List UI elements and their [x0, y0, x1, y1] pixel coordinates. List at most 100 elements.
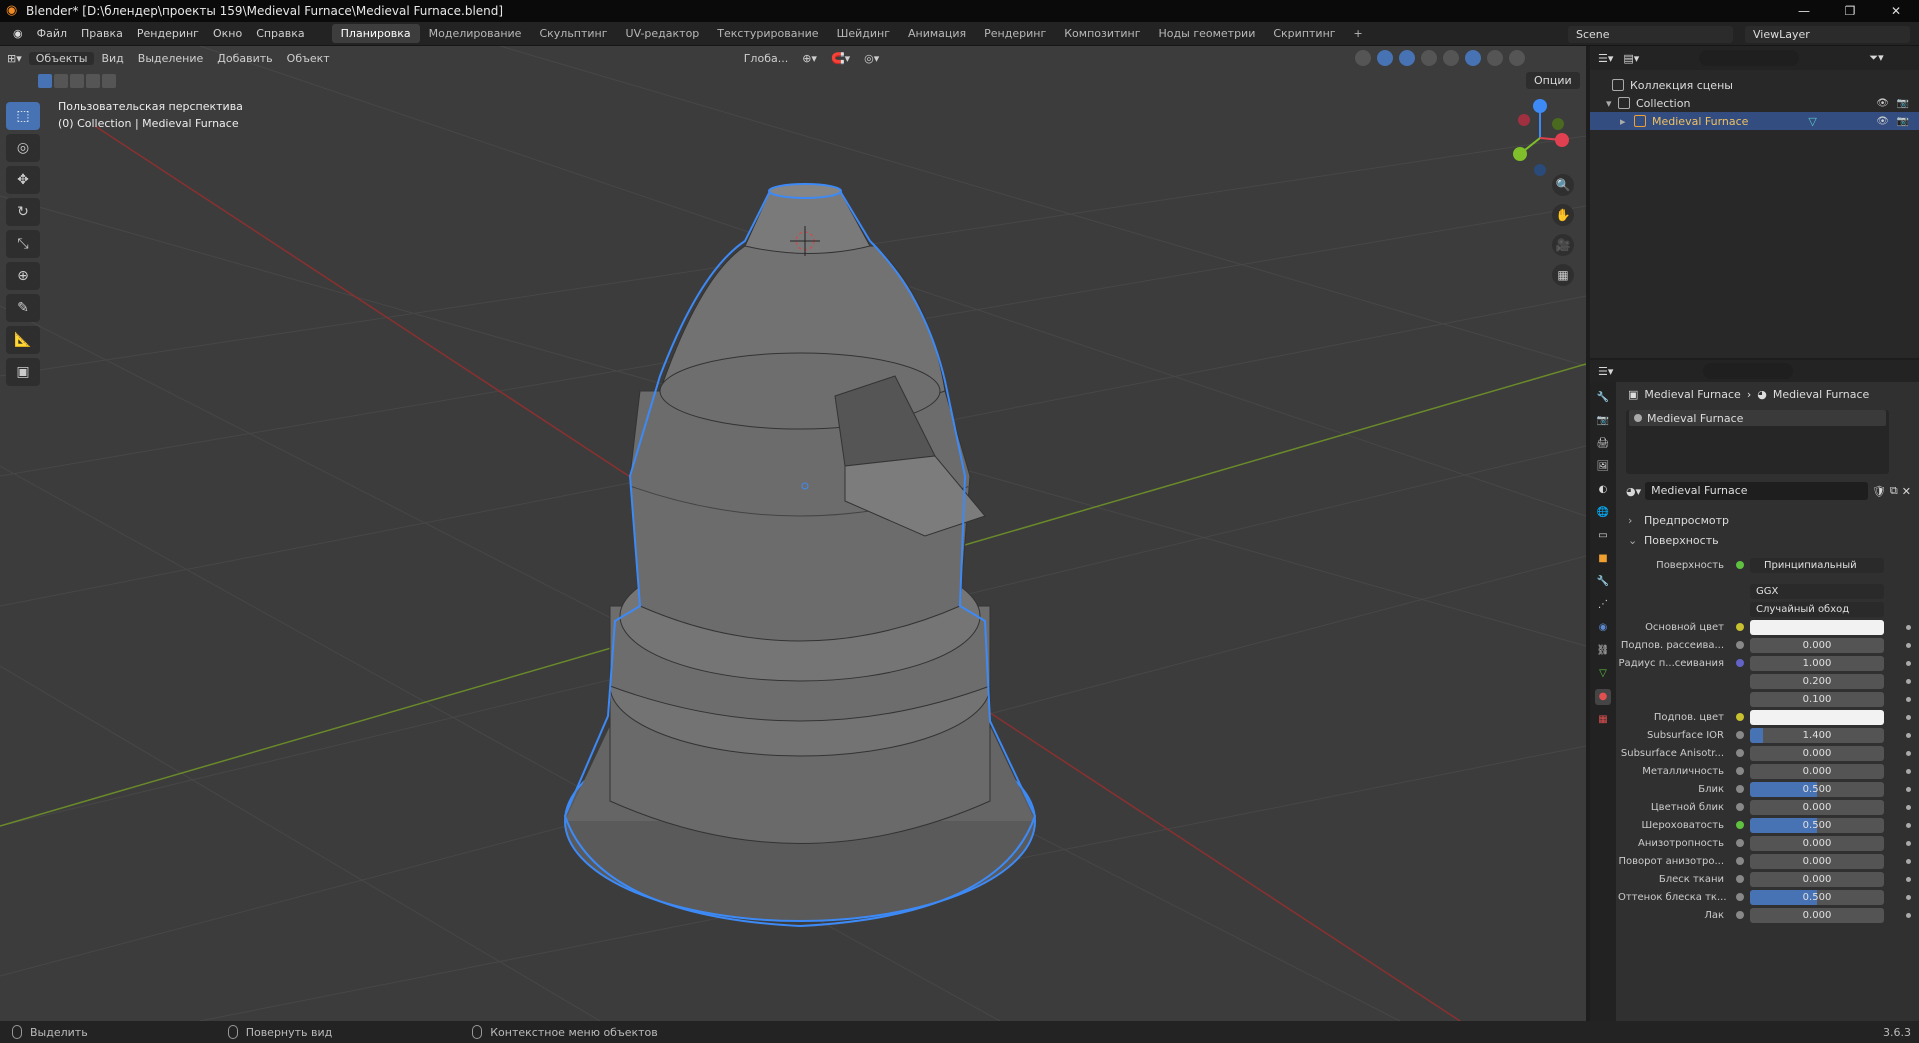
pan-hand-icon[interactable]: ✋ [1552, 204, 1574, 226]
socket-icon[interactable] [1736, 875, 1744, 883]
constraints-tab-icon[interactable]: ⛓ [1595, 643, 1611, 659]
number-field[interactable]: 0.000 [1750, 871, 1884, 887]
number-field[interactable]: 0.000 [1750, 853, 1884, 869]
socket-icon[interactable] [1736, 659, 1744, 667]
number-field[interactable]: 0.000 [1750, 745, 1884, 761]
keyframe-dot-icon[interactable] [1906, 768, 1911, 774]
keyframe-dot-icon[interactable] [1906, 876, 1911, 882]
filter-icon[interactable]: ⏷▾ [1869, 51, 1883, 65]
tab-shading[interactable]: Шейдинг [828, 24, 899, 43]
properties-editor-icon[interactable]: ☰▾ [1598, 365, 1613, 378]
tab-modeling[interactable]: Моделирование [420, 24, 531, 43]
texture-tab-icon[interactable]: ▦ [1595, 712, 1611, 728]
section-preview[interactable]: › Предпросмотр [1618, 510, 1919, 530]
keyframe-dot-icon[interactable] [1906, 840, 1911, 846]
menu-view[interactable]: Вид [94, 52, 130, 65]
visibility-eye-icon[interactable]: 👁 [1876, 98, 1889, 109]
physics-tab-icon[interactable]: ◉ [1595, 620, 1611, 636]
blender-menu-icon[interactable]: ◉ [6, 27, 30, 40]
proportional-edit-icon[interactable]: ◎▾ [857, 52, 886, 65]
section-surface[interactable]: ⌄ Поверхность [1618, 530, 1919, 550]
material-name-field[interactable]: Medieval Furnace [1645, 482, 1868, 500]
menu-add[interactable]: Добавить [210, 52, 279, 65]
keyframe-dot-icon[interactable] [1906, 750, 1911, 756]
rotate-tool-icon[interactable]: ↻ [6, 198, 40, 226]
transform-orientation-selector[interactable]: Глоба... [737, 52, 795, 65]
number-field[interactable]: 0.000 [1750, 907, 1884, 923]
socket-icon[interactable] [1736, 803, 1744, 811]
view-layer-tab-icon[interactable]: 🖼 [1595, 459, 1611, 475]
tool-tab-icon[interactable]: 🔧 [1595, 390, 1611, 406]
menu-select[interactable]: Выделение [131, 52, 211, 65]
material-slots-list[interactable]: Medieval Furnace [1626, 410, 1889, 474]
scene-selector[interactable]: Scene [1568, 26, 1733, 43]
menu-render[interactable]: Рендеринг [130, 27, 206, 40]
zoom-icon[interactable]: 🔍 [1552, 174, 1574, 196]
transform-tool-icon[interactable]: ⊕ [6, 262, 40, 290]
keyframe-dot-icon[interactable] [1906, 894, 1911, 900]
wireframe-shading-icon[interactable] [1443, 50, 1459, 66]
socket-icon[interactable] [1736, 767, 1744, 775]
tab-uv-editing[interactable]: UV-редактор [617, 24, 709, 43]
select-box-tool-icon[interactable]: ⬚ [6, 102, 40, 130]
object-tab-icon[interactable]: ■ [1595, 551, 1611, 567]
editor-type-icon[interactable]: ⊞▾ [0, 52, 29, 65]
socket-icon[interactable] [1736, 821, 1744, 829]
data-tab-icon[interactable]: ▽ [1595, 666, 1611, 682]
select-intersect-icon[interactable] [102, 74, 116, 88]
add-workspace-button[interactable]: + [1345, 24, 1372, 43]
subsurface-method-select[interactable]: Случайный обход [1750, 601, 1884, 617]
tab-sculpting[interactable]: Скульптинг [530, 24, 616, 43]
overlay-toggle-icon[interactable] [1399, 50, 1415, 66]
socket-icon[interactable] [1736, 749, 1744, 757]
keyframe-dot-icon[interactable] [1906, 642, 1911, 648]
render-camera-icon[interactable]: 📷 [1897, 116, 1909, 127]
material-shading-icon[interactable] [1487, 50, 1503, 66]
furnace-mesh[interactable] [563, 183, 1037, 928]
navigation-gizmo[interactable] [1500, 98, 1580, 178]
snap-icon[interactable]: 🧲▾ [824, 52, 857, 65]
collection-tab-icon[interactable]: ▭ [1595, 528, 1611, 544]
material-tab-icon[interactable]: ● [1595, 689, 1611, 705]
socket-icon[interactable] [1736, 641, 1744, 649]
number-field[interactable]: 1.000 [1750, 655, 1884, 671]
perspective-toggle-icon[interactable]: ▦ [1552, 264, 1574, 286]
add-cube-tool-icon[interactable]: ▣ [6, 358, 40, 386]
keyframe-dot-icon[interactable] [1906, 660, 1911, 666]
menu-help[interactable]: Справка [249, 27, 311, 40]
gizmo-toggle-icon[interactable] [1377, 50, 1393, 66]
outliner-row-collection[interactable]: ▾ Collection 👁 📷 [1590, 94, 1919, 112]
socket-icon[interactable] [1736, 623, 1744, 631]
number-field[interactable]: 0.500 [1750, 817, 1884, 833]
select-new-icon[interactable] [38, 74, 52, 88]
view-layer-selector[interactable]: ViewLayer [1745, 26, 1910, 43]
keyframe-dot-icon[interactable] [1906, 696, 1911, 702]
display-mode-icon[interactable]: ▤▾ [1623, 52, 1639, 65]
mode-selector[interactable]: Объекты [28, 51, 95, 65]
outliner-row-medieval-furnace[interactable]: ▸ Medieval Furnace ▽ 👁 📷 [1590, 112, 1919, 130]
unlink-material-icon[interactable]: ✕ [1902, 485, 1911, 498]
annotate-tool-icon[interactable]: ✎ [6, 294, 40, 322]
close-button[interactable]: ✕ [1873, 0, 1919, 22]
menu-edit[interactable]: Правка [74, 27, 130, 40]
tab-geometry-nodes[interactable]: Ноды геометрии [1150, 24, 1265, 43]
socket-icon[interactable] [1736, 785, 1744, 793]
outliner-search-input[interactable] [1699, 50, 1800, 66]
keyframe-dot-icon[interactable] [1906, 786, 1911, 792]
tab-rendering[interactable]: Рендеринг [975, 24, 1055, 43]
pivot-icon[interactable]: ⊕▾ [795, 52, 824, 65]
keyframe-dot-icon[interactable] [1906, 912, 1911, 918]
mesh-data-icon[interactable]: ▽ [1808, 115, 1816, 128]
move-tool-icon[interactable]: ✥ [6, 166, 40, 194]
number-field[interactable]: 0.500 [1750, 889, 1884, 905]
number-field[interactable]: 0.000 [1750, 763, 1884, 779]
surface-shader-field[interactable]: Принципиальный BSDF [1750, 557, 1884, 573]
socket-icon[interactable] [1736, 731, 1744, 739]
browse-material-icon[interactable]: ◕▾ [1626, 485, 1641, 498]
tab-compositing[interactable]: Композитинг [1055, 24, 1149, 43]
output-tab-icon[interactable]: 🖨 [1595, 436, 1611, 452]
menu-object[interactable]: Объект [280, 52, 337, 65]
minimize-button[interactable]: — [1781, 0, 1827, 22]
scale-tool-icon[interactable]: ⤡ [6, 230, 40, 258]
3d-viewport[interactable]: ⊞▾ Объекты Вид Выделение Добавить Объект… [0, 46, 1586, 1021]
